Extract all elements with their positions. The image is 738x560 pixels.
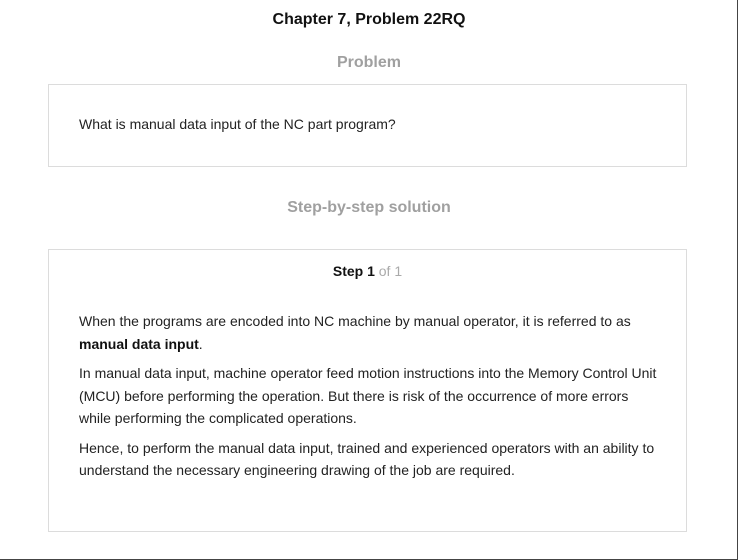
chapter-title: Chapter 7, Problem 22RQ <box>272 11 466 28</box>
problem-text: What is manual data input of the NC part… <box>79 116 396 132</box>
solution-card: Step 1 of 1 When the programs are encode… <box>48 249 687 532</box>
problem-card: What is manual data input of the NC part… <box>48 84 687 167</box>
solution-body: When the programs are encoded into NC ma… <box>79 310 659 489</box>
paragraph-1-end: . <box>198 335 203 352</box>
solution-paragraph-2: In manual data input, machine operator f… <box>79 365 657 426</box>
step-label: Step 1 of 1 <box>49 263 686 279</box>
step-number: Step 1 <box>332 263 375 279</box>
solution-paragraph-1: When the programs are encoded into NC ma… <box>79 310 659 355</box>
paragraph-1-text: When the programs are encoded into NC ma… <box>79 313 631 329</box>
step-total: of 1 <box>378 263 403 279</box>
paragraph-1-bold-term: manual data input <box>79 335 199 352</box>
solution-paragraph-3: Hence, to perform the manual data input,… <box>79 439 655 479</box>
solution-heading: Step-by-step solution <box>287 199 451 216</box>
problem-heading: Problem <box>336 54 401 71</box>
